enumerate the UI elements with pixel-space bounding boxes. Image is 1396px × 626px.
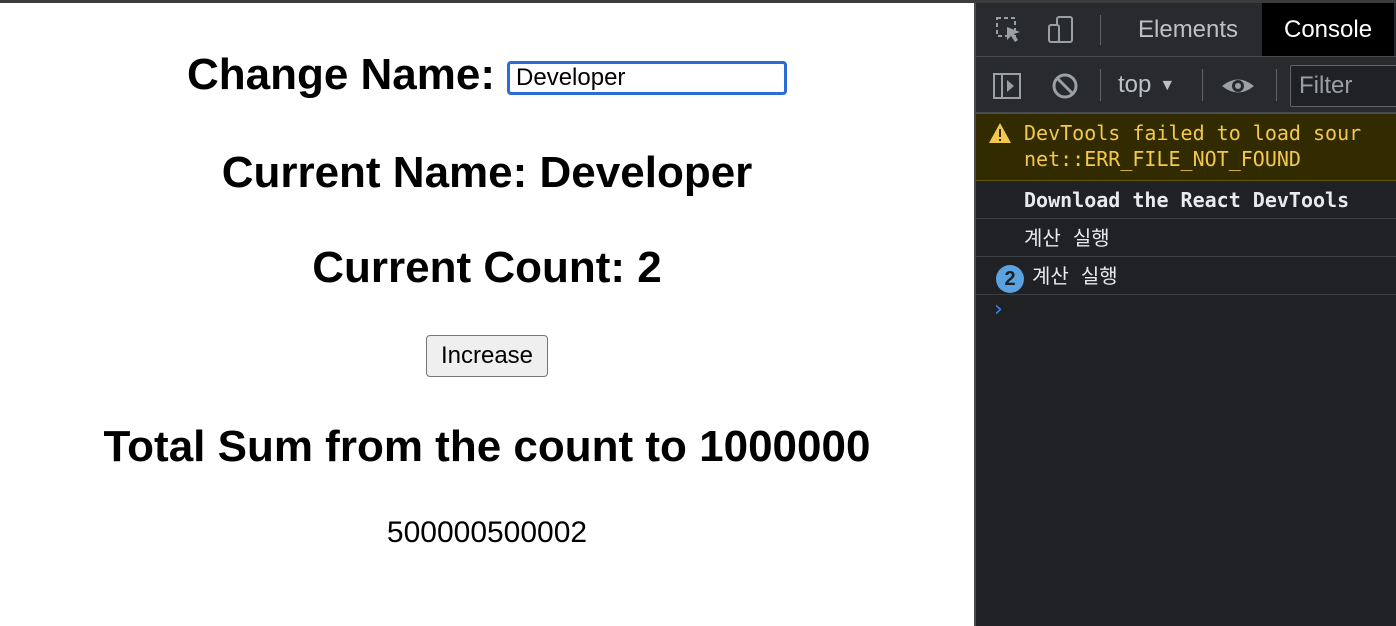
console-prompt-chevron-icon[interactable]: ›: [994, 297, 1003, 322]
clear-console-icon[interactable]: [1050, 71, 1080, 101]
current-count-heading: Current Count: 2: [312, 243, 662, 292]
console-log-message-repeated: 2 계산 실행: [976, 257, 1396, 295]
live-expression-eye-icon[interactable]: [1220, 71, 1256, 101]
toolbar-separator: [1100, 15, 1101, 45]
console-warning-message: DevTools failed to load sour net::ERR_FI…: [976, 113, 1396, 181]
context-selector[interactable]: top ▼: [1118, 71, 1175, 99]
toolbar-separator: [1202, 69, 1203, 101]
context-selector-label: top: [1118, 71, 1152, 98]
device-toolbar-icon[interactable]: [1046, 15, 1076, 45]
toolbar-separator: [1276, 69, 1277, 101]
total-sum-value: 500000500002: [386, 516, 588, 549]
repeat-count-badge: 2: [996, 265, 1024, 293]
tab-console[interactable]: Console: [1262, 3, 1395, 56]
change-name-label: Change Name:: [186, 50, 496, 99]
console-info-message: Download the React DevTools: [976, 181, 1396, 219]
console-log-text: 계산 실행: [1032, 264, 1118, 288]
show-sidebar-icon[interactable]: [992, 71, 1022, 101]
warning-line-2: net::ERR_FILE_NOT_FOUND: [1024, 147, 1301, 171]
warning-line-1: DevTools failed to load sour: [1024, 121, 1362, 145]
devtools-panel: Elements Console top ▼ Filter DevTools f…: [974, 3, 1396, 626]
total-sum-heading: Total Sum from the count to 1000000: [103, 422, 871, 471]
dropdown-arrow-icon: ▼: [1159, 77, 1176, 94]
devtools-tab-bar: Elements Console: [976, 3, 1396, 57]
warning-icon: [989, 123, 1011, 143]
toolbar-separator: [1100, 69, 1101, 101]
console-log-message: 계산 실행: [976, 219, 1396, 257]
current-name-heading: Current Name: Developer: [221, 148, 753, 197]
tab-elements[interactable]: Elements: [1116, 3, 1260, 56]
app-page: Change Name: Current Name: Developer Cur…: [0, 3, 974, 626]
increase-button[interactable]: Increase: [425, 335, 549, 377]
console-messages: DevTools failed to load sour net::ERR_FI…: [976, 113, 1396, 295]
filter-input[interactable]: [1290, 65, 1396, 107]
name-input[interactable]: [507, 61, 788, 95]
increase-button-wrap: Increase: [0, 335, 974, 377]
console-toolbar: top ▼: [976, 57, 1396, 113]
inspect-element-icon[interactable]: [994, 15, 1024, 45]
change-name-row: Change Name:: [0, 49, 974, 101]
